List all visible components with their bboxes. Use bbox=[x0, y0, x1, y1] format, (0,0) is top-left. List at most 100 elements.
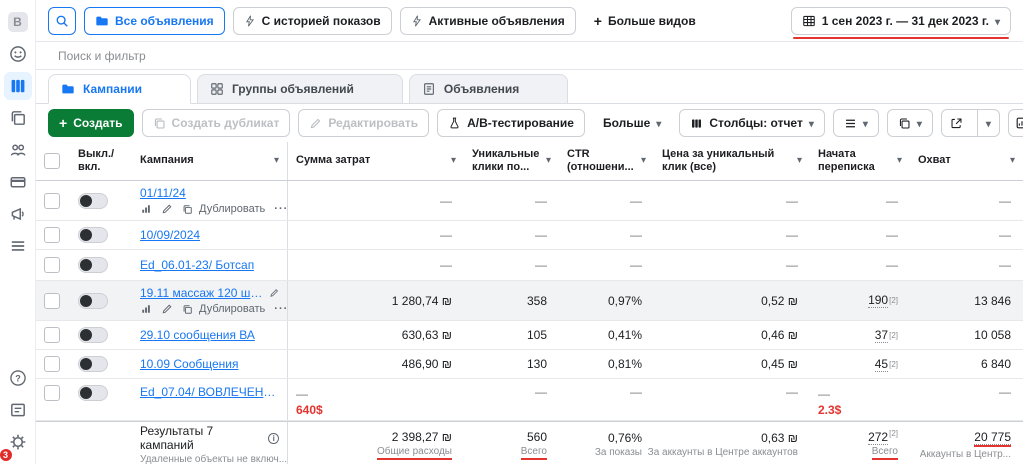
table-row[interactable]: Ed_07.04/ ВОВЛЕЧЕННО... — 640$ — — — — 2… bbox=[36, 379, 1023, 421]
header-spend[interactable]: Сумма затрат bbox=[288, 142, 464, 180]
campaign-name-link[interactable]: 10/09/2024 bbox=[140, 228, 200, 242]
row-toggle[interactable] bbox=[78, 292, 108, 309]
date-range-button[interactable]: 1 сен 2023 г. — 31 дек 2023 г. bbox=[790, 6, 1011, 35]
chart-icon[interactable] bbox=[140, 203, 152, 215]
table-row[interactable]: 29.10 сообщения ВА 630,63 ₪ 105 0,41% 0,… bbox=[36, 321, 1023, 350]
table-row[interactable]: 01/11/24 Дублировать — — — — — — bbox=[36, 181, 1023, 221]
annotation-red-underline bbox=[792, 36, 1009, 39]
create-button[interactable]: Создать bbox=[48, 109, 134, 137]
row-toggle[interactable] bbox=[78, 227, 108, 243]
calendar-grid-icon bbox=[802, 15, 815, 26]
campaign-name-link[interactable]: 01/11/24 bbox=[140, 186, 186, 200]
row-toggle[interactable] bbox=[78, 327, 108, 343]
table-row[interactable]: 10/09/2024 — — — — — — bbox=[36, 221, 1023, 250]
notifications-badge[interactable]: 3 bbox=[0, 448, 13, 462]
row-checkbox[interactable] bbox=[44, 192, 60, 209]
messaging-cell: 45 [2] bbox=[874, 356, 898, 372]
breakdown-button[interactable] bbox=[832, 109, 879, 137]
table-row[interactable]: Ed_06.01-23/ Ботсап — — — — — — bbox=[36, 250, 1023, 281]
header-ctr[interactable]: CTR (отношени... bbox=[559, 142, 654, 180]
ctr-cell: — bbox=[630, 228, 642, 242]
open-report-button[interactable] bbox=[1007, 109, 1023, 137]
filter-bar bbox=[36, 42, 1023, 70]
edit-button[interactable]: Редактировать bbox=[298, 109, 430, 137]
export-options-button[interactable] bbox=[976, 110, 999, 136]
settings-gear-icon[interactable]: 3 bbox=[0, 428, 32, 462]
megaphone-nav-icon[interactable] bbox=[4, 200, 32, 228]
menu-lines-nav-icon[interactable] bbox=[4, 232, 32, 260]
spend-cell: 630,63 ₪ bbox=[401, 328, 452, 342]
more-actions-icon[interactable] bbox=[274, 303, 287, 315]
columns-button[interactable]: Столбцы: отчет bbox=[679, 109, 825, 137]
row-checkbox[interactable] bbox=[44, 227, 60, 243]
row-checkbox[interactable] bbox=[44, 356, 60, 372]
campaign-name-link[interactable]: 19.11 массаж 120 шек с... bbox=[140, 286, 263, 300]
view-all-ads-button[interactable]: Все объявления bbox=[84, 6, 225, 35]
more-views-button[interactable]: Больше видов bbox=[583, 6, 706, 35]
messaging-cell: 37 [2] bbox=[874, 327, 898, 343]
table-row[interactable]: 19.11 массаж 120 шек с... Дублировать 1 … bbox=[36, 281, 1023, 321]
smiley-nav-icon[interactable] bbox=[4, 40, 32, 68]
ctr-cell: 0,41% bbox=[607, 328, 642, 342]
pages-nav-icon[interactable] bbox=[4, 104, 32, 132]
updates-icon[interactable] bbox=[4, 396, 32, 424]
pencil-icon[interactable] bbox=[269, 287, 279, 299]
more-button[interactable]: Больше bbox=[592, 109, 672, 137]
spend-cell: — 640$ bbox=[296, 386, 323, 417]
row-toggle[interactable] bbox=[78, 257, 108, 273]
view-label: С историей показов bbox=[261, 13, 381, 28]
audiences-nav-icon[interactable] bbox=[4, 136, 32, 164]
duplicate-action[interactable]: Дублировать bbox=[182, 203, 265, 215]
duplicate-button[interactable]: Создать дубликат bbox=[141, 109, 291, 137]
campaign-name-link[interactable]: Ed_07.04/ ВОВЛЕЧЕННО... bbox=[140, 385, 279, 399]
row-checkbox[interactable] bbox=[44, 327, 60, 343]
more-actions-icon[interactable] bbox=[274, 203, 287, 215]
view-history-button[interactable]: С историей показов bbox=[232, 6, 392, 35]
pencil-icon[interactable] bbox=[161, 203, 173, 215]
view-active-ads-button[interactable]: Активные объявления bbox=[399, 6, 576, 35]
campaign-name-link[interactable]: 29.10 сообщения ВА bbox=[140, 328, 255, 342]
ads-manager-nav-icon[interactable] bbox=[3, 72, 32, 100]
header-messaging[interactable]: Начата переписка bbox=[810, 142, 910, 180]
row-checkbox[interactable] bbox=[44, 257, 60, 273]
tab-ad-sets[interactable]: Группы объявлений bbox=[196, 74, 403, 104]
header-unique-clicks[interactable]: Уникальные клики по... bbox=[464, 142, 559, 180]
header-reach[interactable]: Охват bbox=[910, 142, 1023, 180]
messaging-cell: — bbox=[886, 228, 898, 242]
info-icon[interactable] bbox=[268, 432, 279, 444]
clicks-cell: 130 bbox=[526, 357, 547, 371]
clicks-cell: — bbox=[535, 228, 547, 242]
row-checkbox[interactable] bbox=[44, 385, 60, 401]
footer-messaging-label: Всего bbox=[871, 446, 898, 460]
campaign-name-link[interactable]: 10.09 Сообщения bbox=[140, 357, 239, 371]
duplicate-action[interactable]: Дублировать bbox=[182, 303, 265, 315]
export-button[interactable] bbox=[942, 110, 971, 136]
search-button[interactable] bbox=[48, 6, 76, 35]
tab-campaigns[interactable]: Кампании bbox=[48, 74, 191, 104]
messaging-cell: — 2.3$ bbox=[818, 386, 842, 417]
row-toggle[interactable] bbox=[78, 385, 108, 401]
row-toggle[interactable] bbox=[78, 356, 108, 372]
campaign-name-link[interactable]: Ed_06.01-23/ Ботсап bbox=[140, 258, 254, 272]
ab-test-button[interactable]: A/B-тестирование bbox=[437, 109, 585, 137]
table-row[interactable]: 10.09 Сообщения 486,90 ₪ 130 0,81% 0,45 … bbox=[36, 350, 1023, 379]
footer-cpc-label: За аккаунты в Центре аккаунтов bbox=[647, 447, 798, 458]
header-campaign[interactable]: Кампания bbox=[132, 142, 288, 180]
chart-icon[interactable] bbox=[140, 303, 152, 315]
tab-ads[interactable]: Объявления bbox=[408, 74, 569, 104]
results-subtitle: Удаленные объекты не включ... bbox=[140, 454, 288, 464]
left-nav-rail: B ? 3 bbox=[0, 0, 36, 464]
chevron-down-icon bbox=[641, 154, 646, 167]
header-cpc[interactable]: Цена за уникальный клик (все) bbox=[654, 142, 810, 180]
view-label: Все объявления bbox=[115, 13, 214, 28]
pencil-icon[interactable] bbox=[161, 303, 173, 315]
reach-cell: — bbox=[999, 385, 1011, 399]
export-split-button[interactable] bbox=[940, 109, 1000, 137]
row-checkbox[interactable] bbox=[44, 292, 60, 309]
select-all-checkbox[interactable] bbox=[44, 153, 60, 169]
search-filter-input[interactable] bbox=[58, 48, 1001, 63]
billing-nav-icon[interactable] bbox=[4, 168, 32, 196]
row-toggle[interactable] bbox=[78, 192, 108, 209]
charts-button[interactable] bbox=[886, 109, 933, 137]
help-icon[interactable]: ? bbox=[4, 364, 32, 392]
